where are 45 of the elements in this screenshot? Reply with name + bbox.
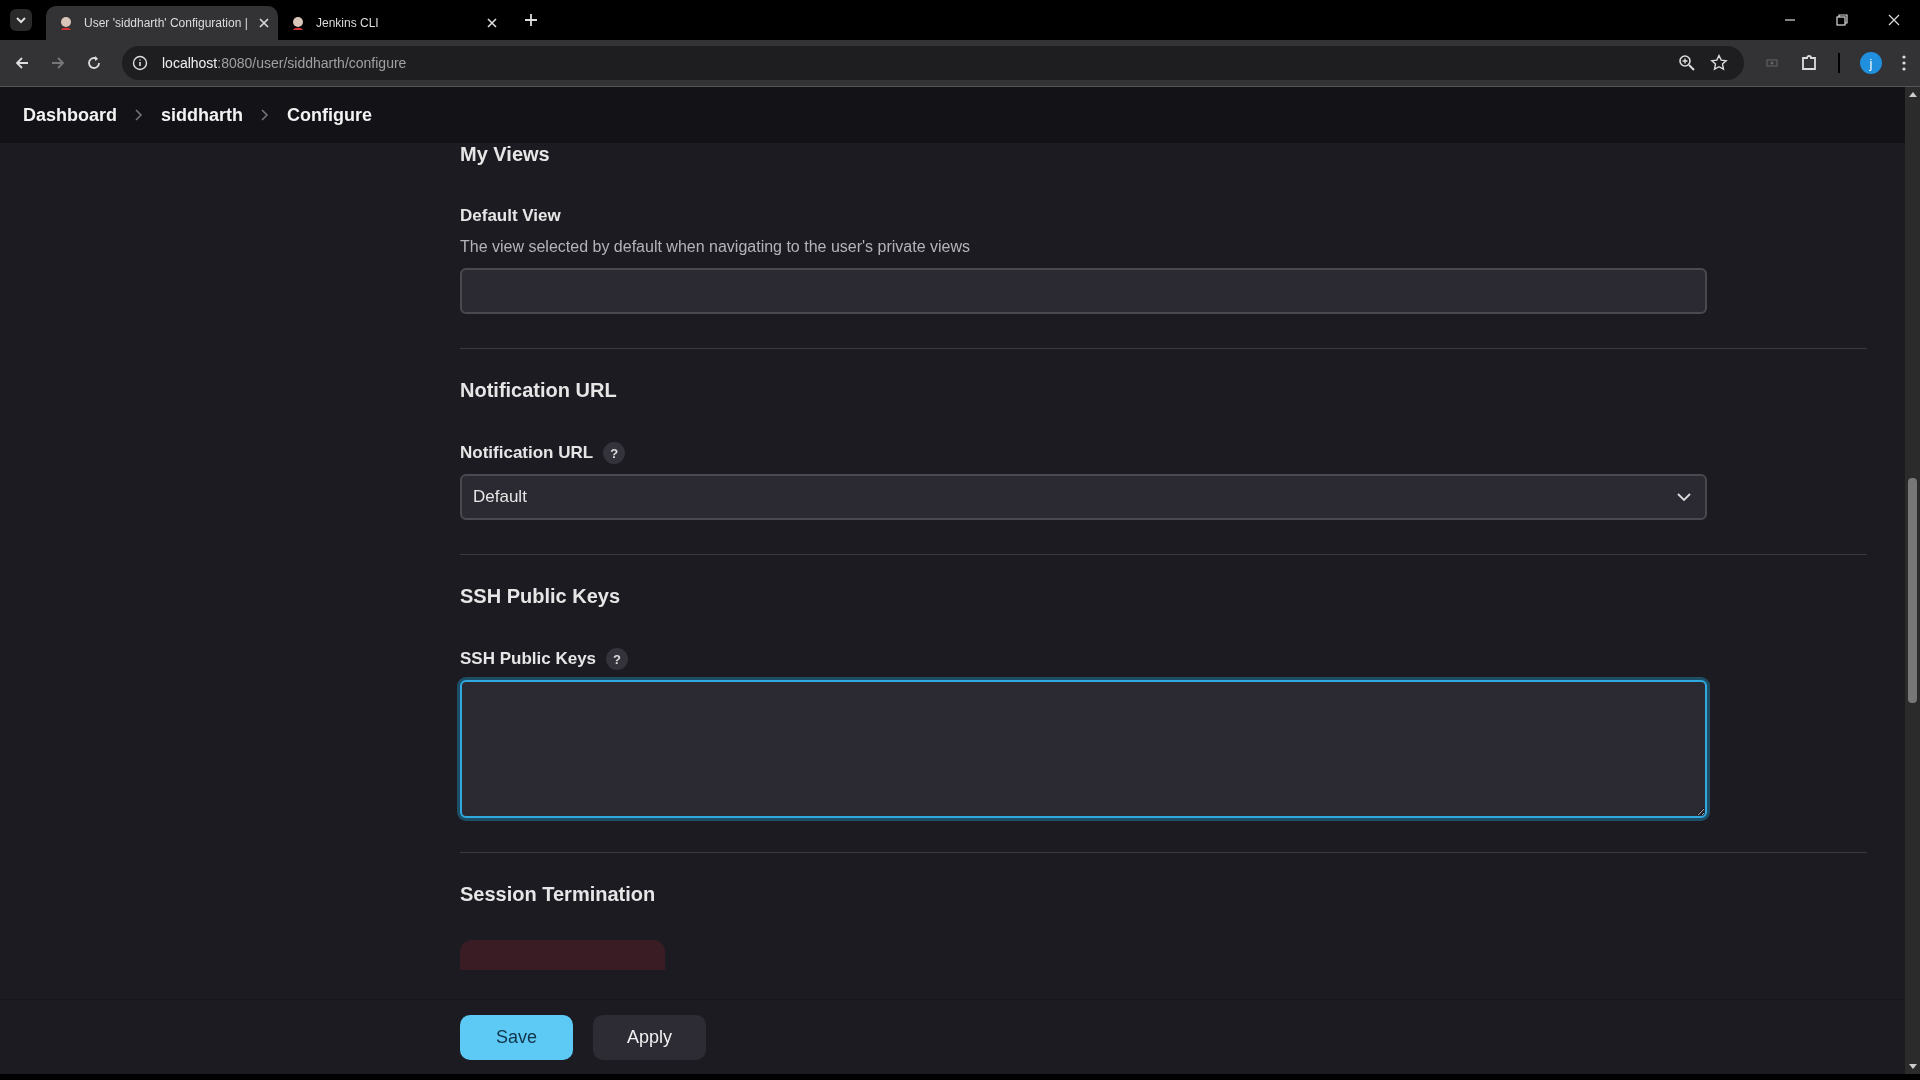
breadcrumb-link[interactable]: Configure bbox=[287, 104, 373, 126]
zoom-icon[interactable] bbox=[1678, 54, 1696, 72]
chevron-down-icon bbox=[1677, 492, 1691, 502]
browser-tab[interactable]: Jenkins CLI bbox=[278, 6, 510, 40]
field-description: The view selected by default when navigating to the user's private views bbox=[460, 238, 971, 256]
breadcrumb-link[interactable]: Dashboard bbox=[23, 104, 118, 126]
close-icon[interactable] bbox=[486, 17, 498, 29]
close-icon[interactable] bbox=[257, 17, 270, 29]
help-button[interactable]: ? bbox=[606, 648, 629, 670]
help-button[interactable]: ? bbox=[603, 442, 626, 464]
scrollbar-thumb[interactable] bbox=[1908, 478, 1917, 703]
breadcrumb-link[interactable]: siddharth bbox=[161, 104, 244, 126]
more-menu-icon[interactable] bbox=[1902, 55, 1906, 71]
tab-list-icon[interactable] bbox=[10, 9, 32, 31]
section-heading: Session Termination bbox=[460, 883, 657, 906]
section-heading: Notification URL bbox=[460, 379, 618, 402]
scroll-down-icon[interactable] bbox=[1907, 1063, 1918, 1071]
dropdown[interactable]: Default bbox=[460, 474, 1707, 520]
text-area[interactable] bbox=[460, 680, 1707, 818]
forward-icon bbox=[50, 55, 66, 71]
back-icon[interactable] bbox=[14, 55, 30, 71]
section-heading: SSH Public Keys bbox=[460, 585, 622, 608]
browser-tab[interactable]: User 'siddharth' Configuration | bbox=[46, 6, 278, 40]
save-button[interactable]: Save bbox=[460, 1014, 573, 1060]
chevron-right-icon bbox=[261, 109, 270, 121]
text-input[interactable] bbox=[460, 268, 1707, 314]
address-bar[interactable]: localhost:8080/user/siddharth/configure bbox=[122, 46, 1744, 80]
chevron-right-icon bbox=[135, 109, 144, 121]
url-text: localhost:8080/user/siddharth/configure bbox=[162, 55, 407, 71]
new-tab-icon[interactable] bbox=[524, 13, 538, 27]
section-heading: My Views bbox=[460, 143, 551, 166]
close-icon[interactable] bbox=[1888, 14, 1900, 26]
scrollbar[interactable] bbox=[1905, 87, 1920, 1074]
field-label: Default View bbox=[460, 206, 561, 226]
field-label: SSH Public Keys bbox=[460, 649, 597, 669]
info-icon[interactable] bbox=[132, 55, 148, 71]
field-label: Notification URL bbox=[460, 443, 594, 463]
scroll-up-icon[interactable] bbox=[1907, 90, 1918, 98]
restore-icon[interactable] bbox=[1836, 14, 1848, 26]
extensions-icon[interactable] bbox=[1800, 54, 1818, 72]
tab-title: Jenkins CLI bbox=[316, 16, 380, 30]
apply-button[interactable]: Apply bbox=[593, 1014, 706, 1060]
tab-title: User 'siddharth' Configuration | bbox=[84, 16, 248, 30]
bookmark-star-icon[interactable] bbox=[1710, 54, 1728, 72]
reload-icon[interactable] bbox=[86, 55, 102, 71]
